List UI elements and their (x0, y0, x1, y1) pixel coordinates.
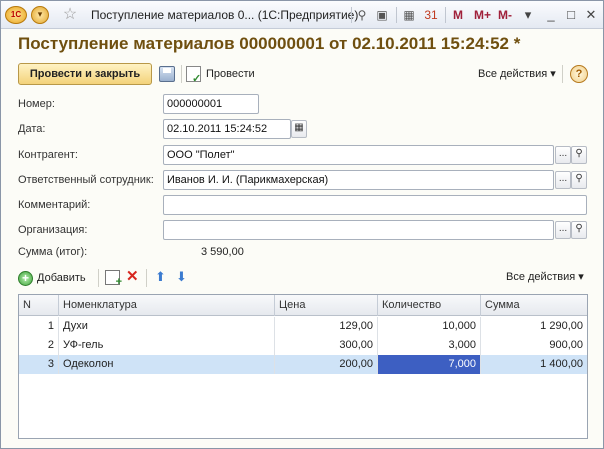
organization-label: Организация: (18, 224, 88, 236)
memory-plus-button[interactable]: M+ (474, 8, 491, 22)
counterparty-open-icon[interactable]: ⚲ (571, 146, 587, 164)
close-button[interactable]: ✕ (582, 6, 600, 24)
table-row[interactable]: 2 УФ-гель 300,00 3,000 900,00 (19, 336, 587, 355)
organization-open-icon[interactable]: ⚲ (571, 221, 587, 239)
cell-sum[interactable]: 1 290,00 (481, 317, 587, 336)
column-header-n[interactable]: N (19, 295, 59, 316)
total-label: Сумма (итог): (18, 246, 88, 258)
window-title: Поступление материалов 0... (1С:Предприя… (91, 8, 359, 22)
table-row[interactable]: 1 Духи 129,00 10,000 1 290,00 (19, 317, 587, 336)
add-row-label: Добавить (37, 272, 86, 284)
post-and-close-button[interactable]: Провести и закрыть (18, 63, 152, 85)
counterparty-field[interactable]: ООО "Полет" (163, 145, 554, 165)
note-icon[interactable]: ▣ (374, 7, 390, 23)
document-window: 1С ▾ ☆ Поступление материалов 0... (1С:П… (0, 0, 604, 449)
post-button-label: Провести (206, 68, 255, 80)
toolbar-separator (146, 269, 147, 287)
date-field[interactable]: 02.10.2011 15:24:52 (163, 119, 291, 139)
memory-m-button[interactable]: M (453, 8, 463, 22)
command-bar: Провести и закрыть Провести Все действия… (18, 63, 588, 90)
title-bar: 1С ▾ ☆ Поступление материалов 0... (1С:П… (1, 1, 603, 29)
cell-price[interactable]: 200,00 (275, 355, 378, 374)
cell-n: 2 (19, 336, 59, 355)
comment-label: Комментарий: (18, 199, 91, 211)
toolbar-separator (396, 7, 397, 23)
cell-qty-current[interactable]: 7,000 (378, 355, 481, 374)
counterparty-select-button[interactable]: ... (555, 146, 571, 164)
toolbar-separator (98, 269, 99, 287)
toolbar-separator (562, 65, 563, 83)
copy-row-icon[interactable] (105, 270, 122, 288)
table-all-actions-menu[interactable]: Все действия ▾ (506, 270, 584, 283)
column-header-sum[interactable]: Сумма (481, 295, 587, 316)
app-logo-icon[interactable]: 1С (5, 6, 27, 24)
cell-price[interactable]: 129,00 (275, 317, 378, 336)
cell-sum[interactable]: 1 400,00 (481, 355, 587, 374)
toolbar-separator (351, 7, 352, 23)
employee-select-button[interactable]: ... (555, 171, 571, 189)
employee-open-icon[interactable]: ⚲ (571, 171, 587, 189)
help-icon[interactable]: ? (570, 65, 588, 83)
cell-n: 3 (19, 355, 59, 374)
main-menu-button[interactable]: ▾ (31, 6, 49, 24)
move-up-icon[interactable]: ⬆ (155, 268, 166, 286)
calendar-picker-button[interactable]: ▦ (291, 120, 307, 138)
column-header-qty[interactable]: Количество (378, 295, 481, 316)
cell-item[interactable]: Одеколон (59, 355, 275, 374)
cell-item[interactable]: Духи (59, 317, 275, 336)
organization-select-button[interactable]: ... (555, 221, 571, 239)
maximize-button[interactable]: □ (562, 6, 580, 24)
cell-item[interactable]: УФ-гель (59, 336, 275, 355)
calculator-icon[interactable]: ▦ (401, 7, 417, 23)
move-down-icon[interactable]: ⬇ (176, 268, 187, 286)
employee-field[interactable]: Иванов И. И. (Парикмахерская) (163, 170, 554, 190)
cell-n: 1 (19, 317, 59, 336)
post-button[interactable]: Провести (186, 63, 255, 90)
toolbar-separator (181, 65, 182, 83)
table-header: N Номенклатура Цена Количество Сумма (19, 295, 587, 316)
column-header-item[interactable]: Номенклатура (59, 295, 275, 316)
favorite-star-icon[interactable]: ☆ (61, 6, 79, 24)
materials-table[interactable]: N Номенклатура Цена Количество Сумма 1 Д… (18, 294, 588, 439)
delete-row-icon[interactable]: ✕ (126, 268, 139, 286)
number-field[interactable]: 000000001 (163, 94, 259, 114)
toolbar-separator (445, 7, 446, 23)
comment-field[interactable] (163, 195, 587, 215)
cell-qty[interactable]: 10,000 (378, 317, 481, 336)
organization-field[interactable] (163, 220, 554, 240)
column-header-price[interactable]: Цена (275, 295, 378, 316)
cell-price[interactable]: 300,00 (275, 336, 378, 355)
save-icon[interactable] (159, 66, 175, 82)
table-row-selected[interactable]: 3 Одеколон 200,00 7,000 1 400,00 (19, 355, 587, 374)
number-label: Номер: (18, 98, 55, 110)
dropdown-arrow-icon[interactable]: ▾ (519, 6, 537, 24)
counterparty-label: Контрагент: (18, 149, 78, 161)
link-icon[interactable]: ⚲ (354, 7, 370, 23)
document-title: Поступление материалов 000000001 от 02.1… (18, 34, 521, 53)
calendar-icon[interactable]: 31 (423, 7, 439, 23)
add-row-button[interactable]: + Добавить (18, 269, 86, 287)
memory-minus-button[interactable]: M- (498, 8, 512, 22)
employee-label: Ответственный сотрудник: (18, 174, 154, 186)
cell-qty[interactable]: 3,000 (378, 336, 481, 355)
plus-icon: + (18, 271, 33, 286)
total-value: 3 590,00 (201, 246, 244, 258)
minimize-button[interactable]: _ (542, 6, 560, 24)
cell-sum[interactable]: 900,00 (481, 336, 587, 355)
table-toolbar: + Добавить ✕ ⬆ ⬇ Все действия ▾ (18, 267, 588, 289)
post-icon (186, 66, 201, 90)
date-label: Дата: (18, 123, 46, 135)
all-actions-menu[interactable]: Все действия ▾ (478, 67, 556, 80)
